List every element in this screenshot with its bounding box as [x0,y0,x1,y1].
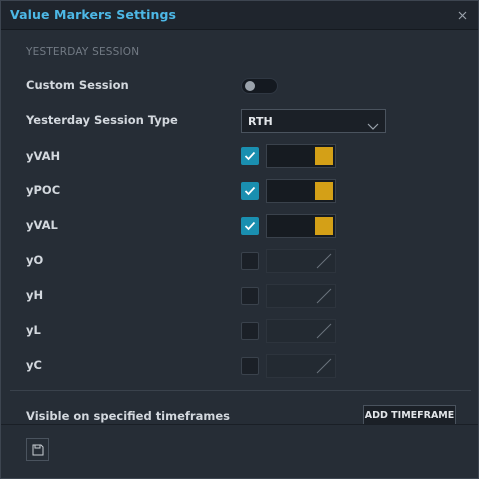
section-header: YESTERDAY SESSION [26,46,140,58]
no-color-icon [316,323,332,339]
dialog-title: Value Markers Settings [10,7,177,22]
marker-color-picker-yl [266,319,336,343]
add-timeframe-button[interactable]: ADD TIMEFRAME [363,405,456,426]
color-swatch [315,182,333,200]
marker-label-yh: yH [26,288,44,302]
toggle-knob [245,81,255,91]
marker-label-yo: yO [26,253,44,267]
marker-label-yc: yC [26,358,42,372]
marker-checkbox-yl[interactable] [241,322,259,340]
marker-label-yl: yL [26,323,41,337]
color-swatch [315,147,333,165]
marker-checkbox-yc[interactable] [241,357,259,375]
marker-checkbox-yo[interactable] [241,252,259,270]
marker-label-ypoc: yPOC [26,183,61,197]
save-icon [32,444,44,456]
marker-color-picker-yvah[interactable] [266,144,336,168]
save-button[interactable] [26,438,49,461]
marker-color-picker-ypoc[interactable] [266,179,336,203]
custom-session-label: Custom Session [26,78,129,92]
dialog-titlebar: Value Markers Settings [1,1,478,30]
marker-label-yval: yVAL [26,218,58,232]
marker-label-yvah: yVAH [26,149,61,163]
marker-color-picker-yo [266,249,336,273]
marker-checkbox-yvah[interactable] [241,147,259,165]
chevron-down-icon [367,116,379,130]
color-swatch [315,217,333,235]
custom-session-toggle[interactable] [241,78,278,94]
session-type-select[interactable]: RTH [241,109,386,133]
marker-color-picker-yh [266,284,336,308]
marker-color-picker-yc [266,354,336,378]
divider [10,390,471,391]
dialog-footer [1,424,478,478]
close-icon[interactable] [456,7,469,20]
session-type-label: Yesterday Session Type [26,113,178,127]
marker-checkbox-yval[interactable] [241,217,259,235]
no-color-icon [316,358,332,374]
no-color-icon [316,253,332,269]
settings-dialog: Value Markers Settings YESTERDAY SESSION… [0,0,479,479]
marker-checkbox-ypoc[interactable] [241,182,259,200]
no-color-icon [316,288,332,304]
marker-checkbox-yh[interactable] [241,287,259,305]
marker-color-picker-yval[interactable] [266,214,336,238]
session-type-value: RTH [248,115,273,128]
timeframes-label: Visible on specified timeframes [26,409,230,423]
